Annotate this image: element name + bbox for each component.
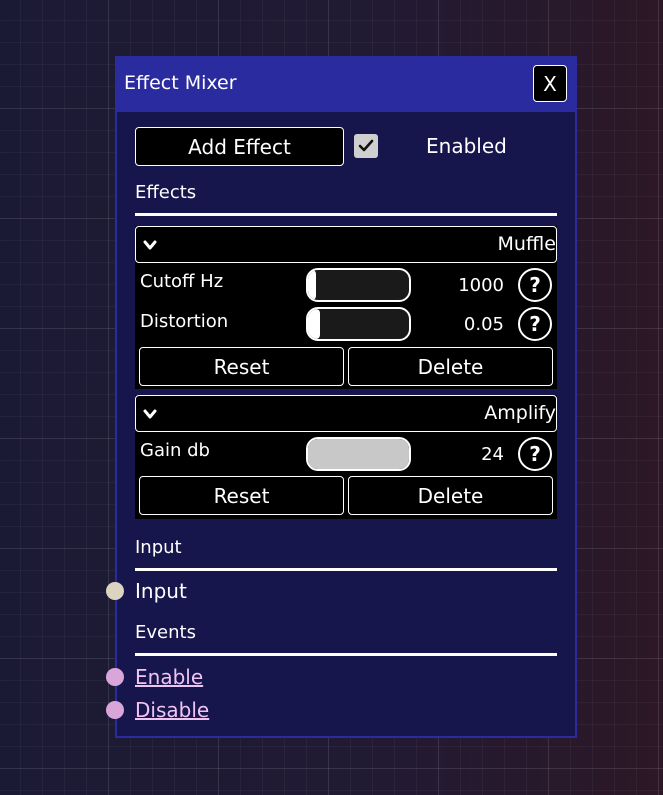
enable-event-link[interactable]: Enable [135, 665, 203, 689]
chevron-down-icon[interactable] [143, 407, 157, 421]
input-port-label: Input [135, 579, 187, 603]
slider-handle[interactable] [308, 309, 320, 339]
enable-event-port[interactable] [106, 668, 124, 686]
input-divider [135, 568, 557, 571]
close-button[interactable]: X [533, 65, 567, 102]
param-value: 0.05 [463, 314, 504, 335]
effect-name: Muffle [497, 233, 557, 255]
disable-event-port[interactable] [106, 701, 124, 719]
help-button[interactable]: ? [518, 307, 552, 341]
param-value: 1000 [458, 275, 504, 296]
chevron-down-icon[interactable] [143, 238, 157, 252]
slider-fill [308, 439, 409, 469]
checkmark-icon [358, 139, 374, 152]
disable-event-link[interactable]: Disable [135, 698, 209, 722]
enabled-checkbox[interactable] [354, 134, 378, 158]
help-button[interactable]: ? [518, 268, 552, 302]
param-label: Cutoff Hz [140, 271, 224, 292]
enabled-label: Enabled [426, 134, 507, 158]
slider-handle[interactable] [308, 270, 316, 300]
param-value: 24 [481, 444, 504, 465]
reset-button[interactable]: Reset [139, 347, 344, 386]
help-button[interactable]: ? [518, 437, 552, 471]
effect-header-muffle[interactable] [135, 226, 557, 263]
distortion-slider[interactable] [306, 307, 411, 341]
events-section-label: Events [135, 622, 196, 643]
param-label: Distortion [140, 311, 229, 332]
delete-button[interactable]: Delete [348, 476, 553, 515]
effect-name: Amplify [484, 402, 556, 424]
effects-section-label: Effects [135, 182, 197, 203]
delete-button[interactable]: Delete [348, 347, 553, 386]
input-section-label: Input [135, 537, 182, 558]
cutoff-hz-slider[interactable] [306, 268, 411, 302]
gain-db-slider[interactable] [306, 437, 411, 471]
add-effect-button[interactable]: Add Effect [135, 127, 344, 166]
events-divider [135, 653, 557, 656]
effects-divider [135, 213, 557, 216]
reset-button[interactable]: Reset [139, 476, 344, 515]
input-port[interactable] [106, 582, 124, 600]
param-label: Gain db [140, 440, 210, 461]
window-title: Effect Mixer [124, 72, 237, 94]
